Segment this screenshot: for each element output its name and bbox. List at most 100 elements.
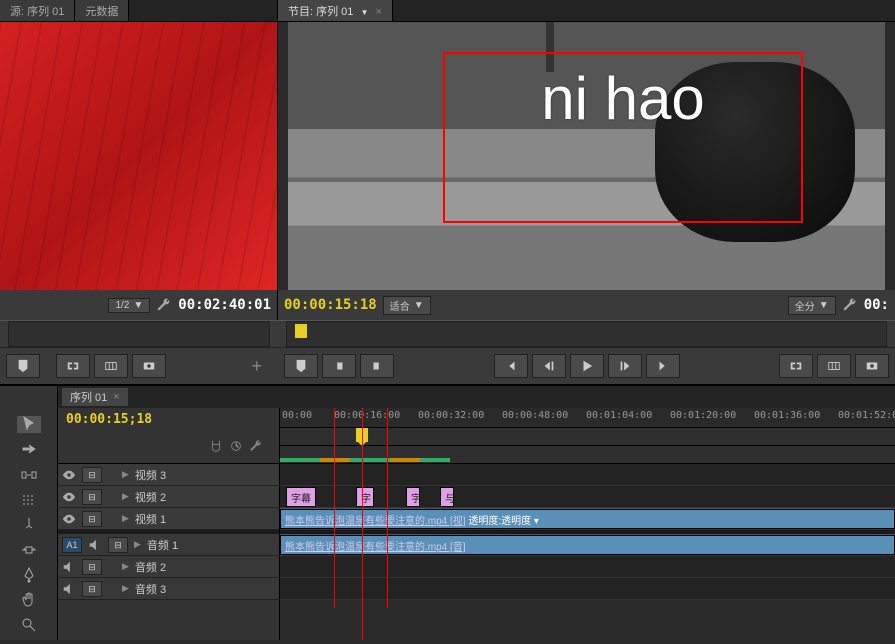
source-timecode: 00:02:40:01 [178,297,271,313]
tab-metadata[interactable]: 元数据 [75,0,129,21]
track-v2[interactable]: 字幕 字 字 与 [280,486,895,508]
fit-select[interactable]: 适合 ▼ [383,296,431,315]
expand-icon[interactable]: ▶ [122,469,129,480]
add-button[interactable]: + [241,356,272,377]
title-clip[interactable]: 字 [406,487,420,507]
source-monitor[interactable] [0,22,277,290]
ripple-edit-tool[interactable] [17,466,41,483]
pen-tool[interactable] [17,567,41,584]
timeline-panel: 序列 01 × 00:00:15;18 ⊟ ▶ [58,386,895,640]
rate-stretch-tool[interactable] [17,491,41,508]
audio-clip[interactable]: 熊本熊告诉泡温泉有些要注意的.mp4 [音] [280,535,895,555]
track-header-a3[interactable]: ⊟ ▶ 音频 3 [58,578,279,600]
settings-icon[interactable] [249,439,263,453]
eye-icon[interactable] [62,468,76,482]
track-header-a2[interactable]: ⊟ ▶ 音频 2 [58,556,279,578]
title-bounding-box[interactable]: ni hao [443,52,803,223]
export-frame-button[interactable] [132,354,166,378]
video-clip[interactable]: 熊本熊告诉泡温泉有些要注意的.mp4 [视] 透明度:透明度 ▾ [280,509,895,529]
track-header-v3[interactable]: ⊟ ▶ 视频 3 [58,464,279,486]
mark-in-button[interactable] [322,354,356,378]
speaker-icon[interactable] [62,582,76,596]
sync-lock-icon[interactable]: ⊟ [82,581,102,597]
sync-lock-icon[interactable]: ⊟ [82,559,102,575]
sync-lock-icon[interactable]: ⊟ [82,511,102,527]
add-marker-button[interactable] [284,354,318,378]
track-a1[interactable]: 熊本熊告诉泡温泉有些要注意的.mp4 [音] [280,534,895,556]
expand-icon[interactable]: ▶ [134,539,141,550]
go-to-out-button[interactable] [646,354,680,378]
source-transport: + [0,348,278,384]
zoom-tool[interactable] [17,617,41,634]
zoom-value: 1/2 [115,300,129,311]
track-headers: 00:00:15;18 ⊟ ▶ 视频 3 ⊟ [58,408,280,640]
extract-button[interactable] [817,354,851,378]
hand-tool[interactable] [17,592,41,609]
eye-icon[interactable] [62,512,76,526]
wrench-icon[interactable] [156,297,172,313]
snap-icon[interactable] [209,439,223,453]
program-controls: 00:00:15:18 适合 ▼ 全分 ▼ 00: [278,290,895,320]
expand-icon[interactable]: ▶ [122,561,129,572]
step-back-button[interactable] [532,354,566,378]
program-panel: 节目: 序列 01 ▼ × ni hao 00:00:15:18 适合 ▼ [278,0,895,320]
go-to-in-button[interactable] [494,354,528,378]
tab-source-sequence[interactable]: 源: 序列 01 [0,0,75,21]
track-header-a1[interactable]: A1 ⊟ ▶ 音频 1 [58,534,279,556]
eye-icon[interactable] [62,490,76,504]
program-monitor[interactable]: ni hao [288,22,885,290]
track-select-tool[interactable] [17,441,41,458]
title-clip[interactable]: 字 [356,487,374,507]
source-time-ruler[interactable] [0,320,278,348]
timeline-tab-sequence[interactable]: 序列 01 × [62,388,128,406]
overwrite-button[interactable] [94,354,128,378]
lift-button[interactable] [779,354,813,378]
selection-tool[interactable] [17,416,41,433]
tracks-area[interactable]: 00:00 00:00:16:00 00:00:32:00 00:00:48:0… [280,408,895,640]
a1-source-patch[interactable]: A1 [62,537,82,553]
track-header-v1[interactable]: ⊟ ▶ 视频 1 [58,508,279,530]
export-frame-button[interactable] [855,354,889,378]
speaker-icon[interactable] [62,560,76,574]
speaker-icon[interactable] [88,538,102,552]
timeline-timecode[interactable]: 00:00:15;18 [66,412,271,427]
insert-button[interactable] [56,354,90,378]
sync-lock-icon[interactable]: ⊟ [108,537,128,553]
track-v1[interactable]: 熊本熊告诉泡温泉有些要注意的.mp4 [视] 透明度:透明度 ▾ [280,508,895,530]
wrench-icon[interactable] [842,297,858,313]
source-zoom-select[interactable]: 1/2 ▼ [108,298,150,313]
step-forward-button[interactable] [608,354,642,378]
razor-tool[interactable] [17,516,41,533]
source-panel: 源: 序列 01 元数据 1/2 ▼ 00:02:40:01 [0,0,278,320]
slip-tool[interactable] [17,541,41,558]
track-header-v2[interactable]: ⊟ ▶ 视频 2 [58,486,279,508]
program-transport [278,348,895,384]
tab-program-sequence[interactable]: 节目: 序列 01 ▼ × [278,0,393,21]
sync-lock-icon[interactable]: ⊟ [82,467,102,483]
mark-out-button[interactable] [360,354,394,378]
track-a2[interactable] [280,556,895,578]
track-v3[interactable] [280,464,895,486]
play-button[interactable] [570,354,604,378]
expand-icon[interactable]: ▶ [122,491,129,502]
close-icon[interactable]: × [113,391,119,403]
marker-icon[interactable] [229,439,243,453]
work-area-bar[interactable] [280,428,895,446]
track-a3[interactable] [280,578,895,600]
resolution-select[interactable]: 全分 ▼ [788,296,836,315]
sync-lock-icon[interactable]: ⊟ [82,489,102,505]
chevron-down-icon: ▼ [133,300,143,311]
timeline-tools [0,386,58,640]
playhead-marker[interactable] [295,324,307,338]
program-timecode[interactable]: 00:00:15:18 [284,297,377,313]
expand-icon[interactable]: ▶ [122,513,129,524]
expand-icon[interactable]: ▶ [122,583,129,594]
chevron-down-icon: ▼ [414,300,424,311]
add-marker-button[interactable] [6,354,40,378]
title-clip[interactable]: 与 [440,487,454,507]
close-icon[interactable]: × [375,6,381,18]
title-clip[interactable]: 字幕 [286,487,316,507]
playhead-line[interactable] [362,408,363,640]
timeline-ruler[interactable]: 00:00 00:00:16:00 00:00:32:00 00:00:48:0… [280,408,895,428]
program-time-ruler[interactable] [278,320,895,348]
